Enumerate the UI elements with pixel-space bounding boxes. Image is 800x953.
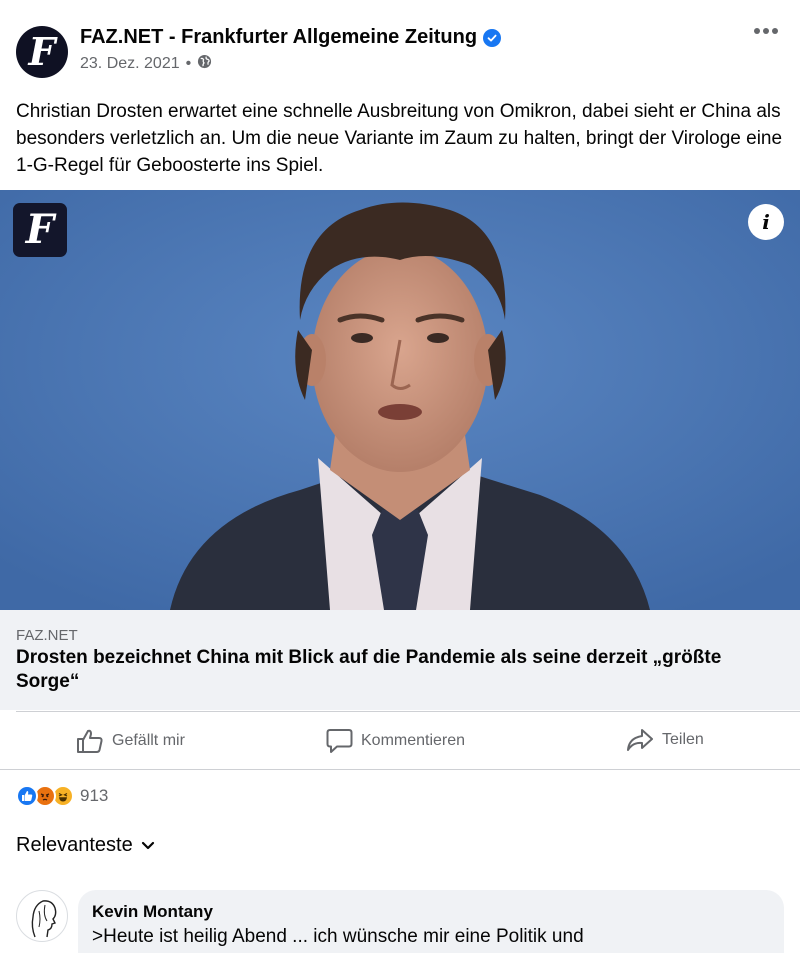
- article-photo: [0, 190, 800, 610]
- comment-author[interactable]: Kevin Montany: [92, 902, 213, 922]
- reactions-summary[interactable]: 913: [16, 785, 108, 807]
- page-name-link[interactable]: FAZ.NET - Frankfurter Allgemeine Zeitung: [80, 26, 477, 49]
- post-actions: Gefällt mir Kommentieren Teilen: [0, 712, 800, 769]
- faz-logo-glyph: F: [28, 29, 56, 74]
- more-options-icon[interactable]: [754, 28, 778, 34]
- comment-bubble: Kevin Montany >Heute ist heilig Abend ..…: [78, 890, 784, 953]
- thumbs-up-icon: [76, 728, 104, 754]
- share-arrow-icon: [626, 728, 654, 752]
- like-label: Gefällt mir: [112, 732, 185, 749]
- post-date[interactable]: 23. Dez. 2021: [80, 55, 180, 73]
- info-icon[interactable]: i: [748, 204, 784, 240]
- comment-bubble-icon: [326, 728, 353, 754]
- link-preview[interactable]: FAZ.NET Drosten bezeichnet China mit Bli…: [0, 610, 800, 710]
- comment-button[interactable]: Kommentieren: [326, 728, 465, 754]
- chevron-down-icon: [141, 834, 155, 857]
- verified-badge-icon: [483, 28, 502, 47]
- globe-icon: [197, 54, 212, 74]
- article-image[interactable]: [0, 190, 800, 610]
- divider: [0, 769, 800, 770]
- comment-text: >Heute ist heilig Abend ... ich wünsche …: [92, 926, 584, 947]
- comment-sort-dropdown[interactable]: Relevanteste: [16, 834, 155, 857]
- post-meta: 23. Dez. 2021 •: [80, 54, 212, 74]
- share-label: Teilen: [662, 731, 704, 748]
- commenter-avatar[interactable]: [16, 890, 68, 942]
- like-button[interactable]: Gefällt mir: [76, 728, 185, 754]
- like-reaction-icon: [16, 785, 38, 807]
- sort-label: Relevanteste: [16, 834, 133, 856]
- meta-separator: •: [185, 55, 192, 72]
- faz-logo-badge: F: [13, 203, 67, 257]
- share-button[interactable]: Teilen: [626, 728, 704, 752]
- link-title[interactable]: Drosten bezeichnet China mit Blick auf d…: [16, 646, 786, 694]
- reaction-count: 913: [80, 786, 109, 805]
- faz-logo-glyph: F: [25, 206, 55, 253]
- link-source: FAZ.NET: [16, 627, 78, 644]
- page-avatar[interactable]: F: [16, 26, 68, 78]
- page-name-row: FAZ.NET - Frankfurter Allgemeine Zeitung: [80, 26, 502, 49]
- comment-label: Kommentieren: [361, 732, 466, 749]
- post-header: F FAZ.NET - Frankfurter Allgemeine Zeitu…: [0, 0, 800, 95]
- post-text: Christian Drosten erwartet eine schnelle…: [16, 101, 783, 176]
